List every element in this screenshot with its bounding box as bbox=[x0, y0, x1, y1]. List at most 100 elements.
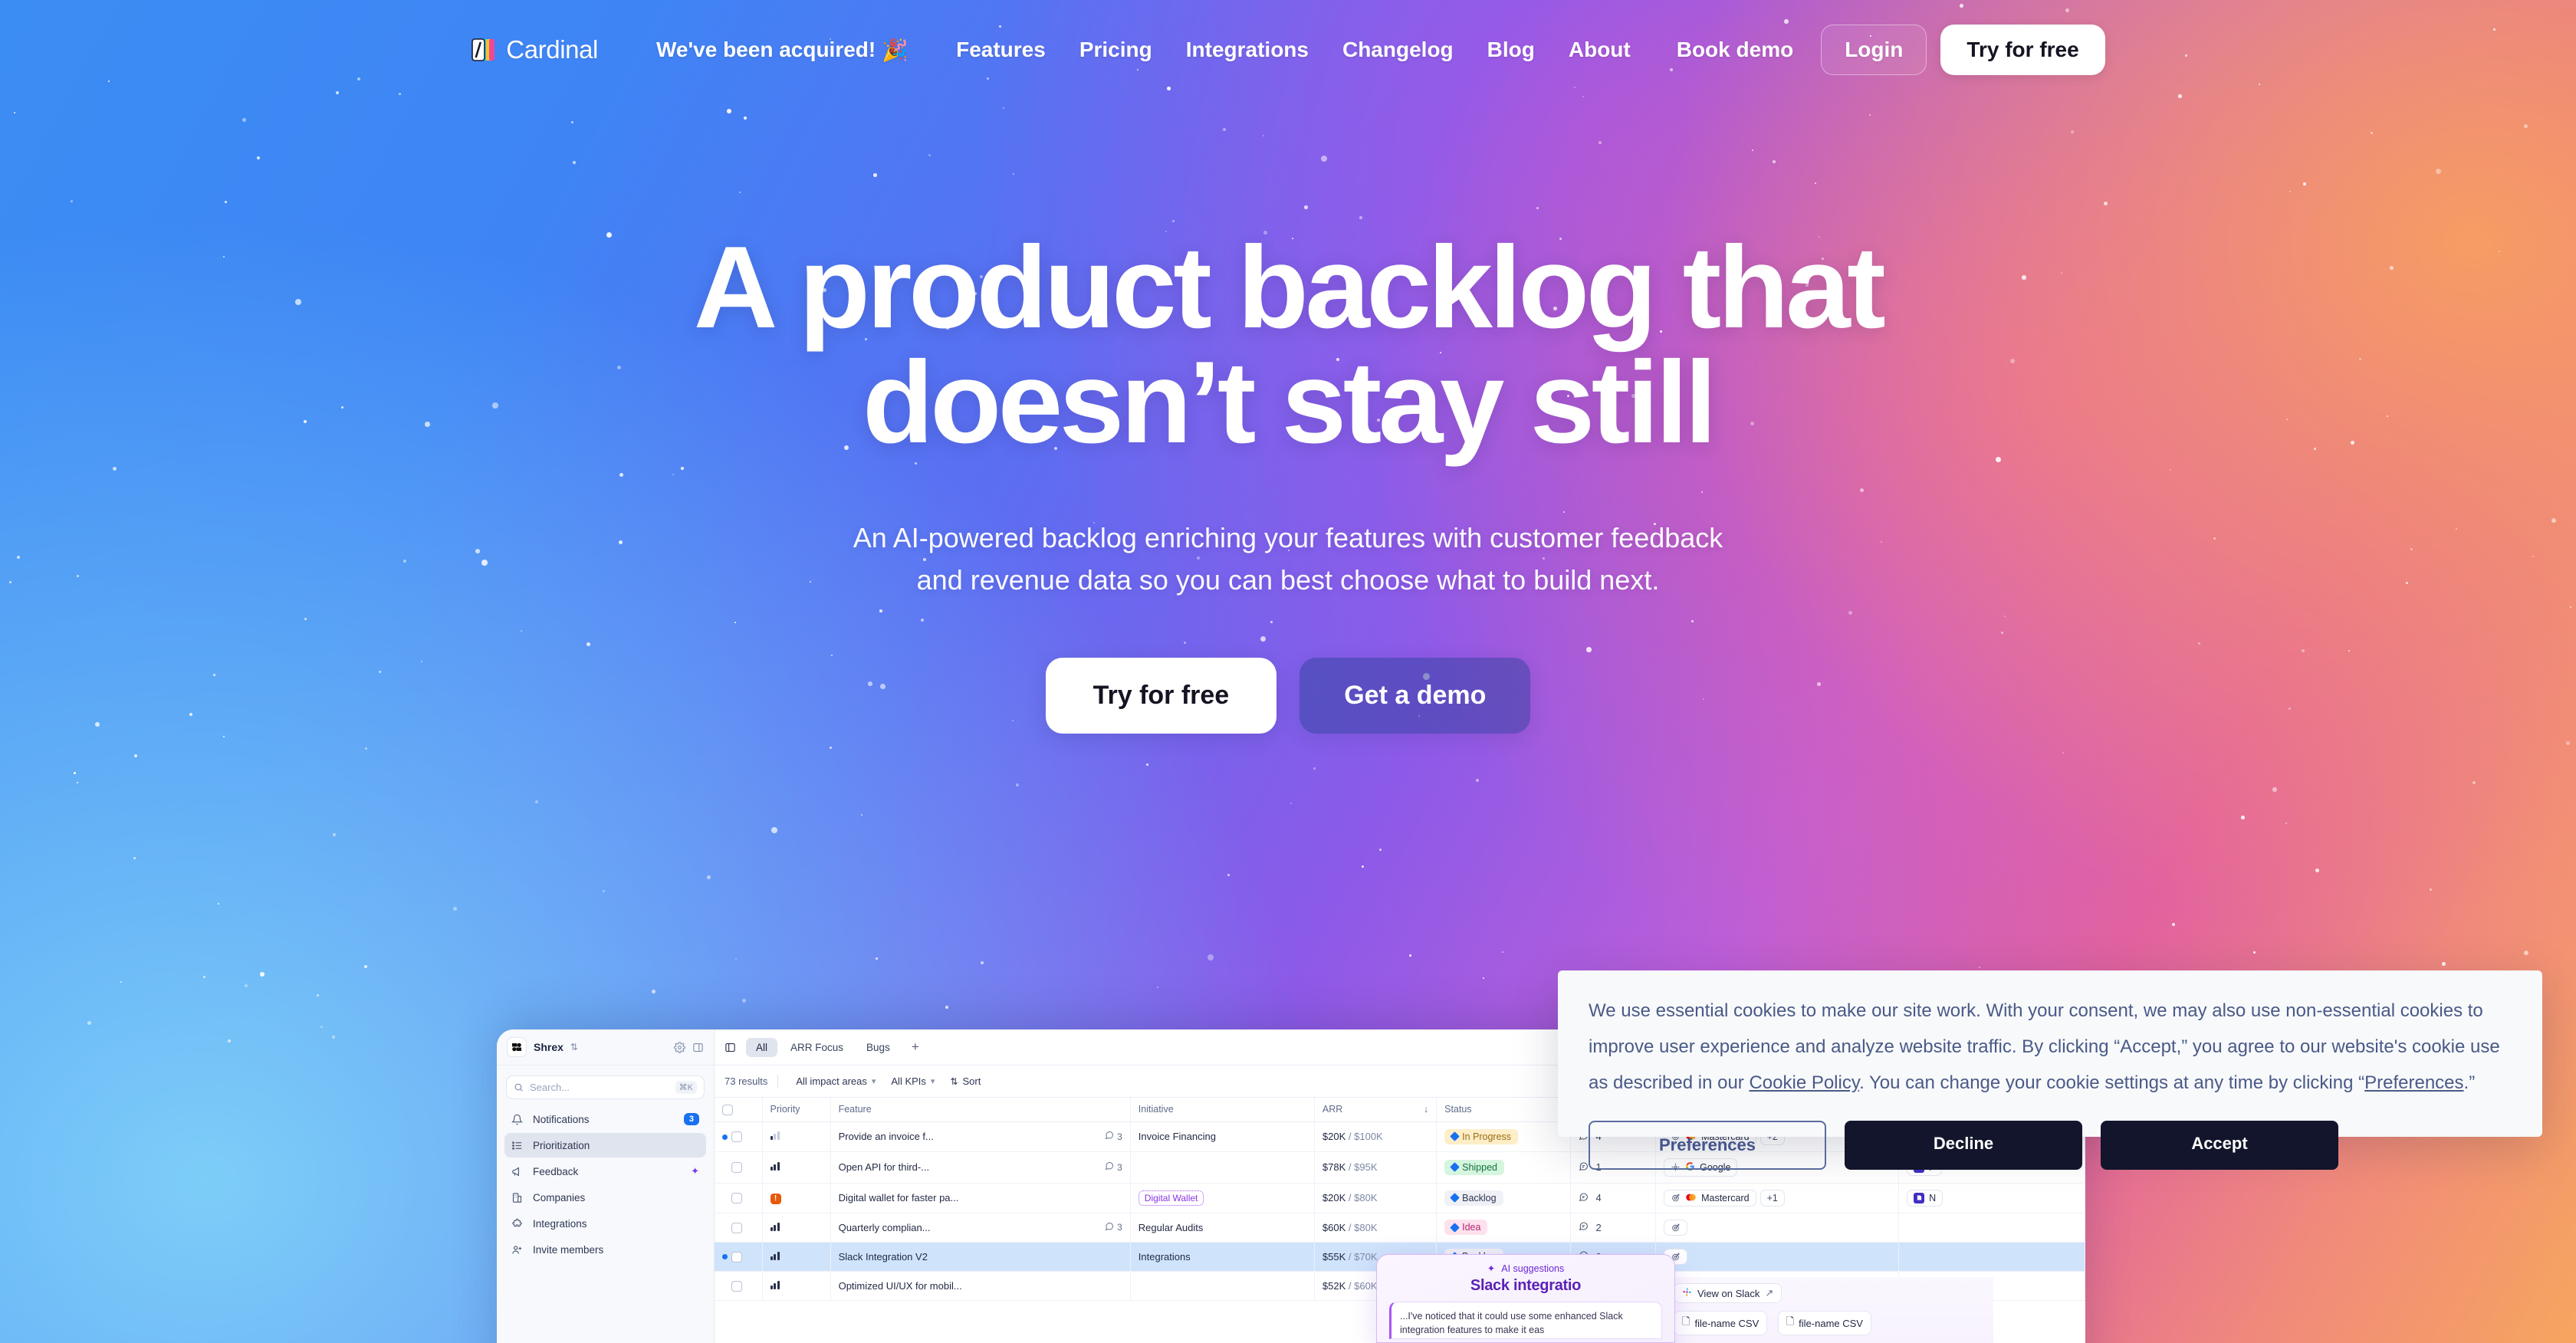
priority-cell[interactable]: ! bbox=[762, 1183, 831, 1213]
filter-kpis[interactable]: All KPIs ▾ bbox=[883, 1072, 942, 1090]
priority-cell[interactable] bbox=[762, 1242, 831, 1272]
tab-bugs[interactable]: Bugs bbox=[856, 1038, 900, 1057]
logo[interactable]: Cardinal bbox=[471, 35, 598, 64]
panel-toggle-icon[interactable] bbox=[692, 1042, 704, 1053]
column-arr[interactable]: ARR ↓ bbox=[1314, 1098, 1438, 1122]
table-row[interactable]: Quarterly complian... 3 Regular Audits $60K… bbox=[715, 1213, 2085, 1243]
feature-cell[interactable]: Provide an invoice f... 3 bbox=[830, 1121, 1131, 1152]
row-checkbox[interactable] bbox=[731, 1193, 742, 1204]
row-select-cell[interactable] bbox=[715, 1151, 763, 1184]
workspace-switcher[interactable]: Shrex ⇅ bbox=[497, 1029, 714, 1066]
try-for-free-hero-button[interactable]: Try for free bbox=[1045, 658, 1277, 734]
feature-cell[interactable]: Digital wallet for faster pa... bbox=[830, 1183, 1131, 1213]
select-all-header[interactable] bbox=[715, 1098, 763, 1122]
sidebar-item-companies[interactable]: Companies bbox=[504, 1185, 706, 1210]
nav-link-acquired[interactable]: We've been acquired! 🎉 bbox=[639, 30, 939, 71]
row-checkbox[interactable] bbox=[731, 1131, 742, 1143]
nav-link-blog[interactable]: Blog bbox=[1470, 30, 1552, 70]
status-badge[interactable]: Backlog bbox=[1444, 1190, 1503, 1206]
feature-cell[interactable]: Open API for third-... 3 bbox=[830, 1151, 1131, 1184]
sidebar-item-integrations[interactable]: Integrations bbox=[504, 1211, 706, 1236]
nav-link-changelog[interactable]: Changelog bbox=[1326, 30, 1470, 70]
add-tab-button[interactable]: + bbox=[903, 1039, 928, 1055]
company-chip[interactable]: Mastercard bbox=[1664, 1189, 1756, 1207]
feedback-cell[interactable]: 2 bbox=[1570, 1213, 1657, 1243]
task-chip[interactable]: N bbox=[1907, 1189, 1944, 1207]
nav-link-integrations[interactable]: Integrations bbox=[1169, 30, 1326, 70]
sidebar-item-feedback[interactable]: Feedback ✦ bbox=[504, 1159, 706, 1184]
cookie-policy-link[interactable]: Cookie Policy bbox=[1749, 1072, 1859, 1093]
feature-cell[interactable]: Slack Integration V2 bbox=[830, 1242, 1131, 1272]
preferences-link[interactable]: Preferences bbox=[2364, 1072, 2463, 1093]
tab-arr-focus[interactable]: ARR Focus bbox=[780, 1038, 853, 1057]
table-row[interactable]: ! Digital wallet for faster pa... Digital … bbox=[715, 1183, 2085, 1213]
initiative-cell[interactable]: Digital Wallet bbox=[1130, 1183, 1315, 1213]
companies-cell[interactable]: Mastercard +1 bbox=[1655, 1183, 1900, 1213]
status-cell[interactable]: Backlog bbox=[1436, 1183, 1572, 1213]
search-input[interactable]: Search... ⌘K bbox=[506, 1075, 705, 1099]
initiative-cell[interactable]: Integrations bbox=[1130, 1242, 1315, 1272]
column-status[interactable]: Status bbox=[1436, 1098, 1572, 1122]
initiative-cell[interactable]: Regular Audits bbox=[1130, 1213, 1315, 1243]
tab-all[interactable]: All bbox=[746, 1037, 778, 1057]
get-a-demo-button[interactable]: Get a demo bbox=[1300, 658, 1531, 734]
panel-toggle-icon[interactable] bbox=[724, 1042, 736, 1053]
accept-button[interactable]: Accept bbox=[2101, 1121, 2338, 1171]
nav-link-book-demo[interactable]: Book demo bbox=[1660, 30, 1810, 70]
filter-impact-areas[interactable]: All impact areas ▾ bbox=[788, 1072, 883, 1090]
sidebar-item-notifications[interactable]: Notifications 3 bbox=[504, 1107, 706, 1131]
row-select-cell[interactable] bbox=[715, 1183, 763, 1213]
feature-cell[interactable]: Quarterly complian... 3 bbox=[830, 1213, 1131, 1243]
priority-cell[interactable] bbox=[762, 1271, 831, 1301]
row-select-cell[interactable] bbox=[715, 1242, 763, 1272]
companies-cell[interactable] bbox=[1655, 1213, 1900, 1243]
priority-cell[interactable] bbox=[762, 1213, 831, 1243]
status-cell[interactable]: In Progress bbox=[1436, 1121, 1572, 1152]
companies-cell[interactable] bbox=[1655, 1242, 1900, 1272]
nav-link-features[interactable]: Features bbox=[939, 30, 1063, 70]
column-priority[interactable]: Priority bbox=[762, 1098, 831, 1122]
status-cell[interactable]: Shipped bbox=[1436, 1151, 1572, 1184]
status-badge[interactable]: Idea bbox=[1444, 1220, 1488, 1236]
row-checkbox[interactable] bbox=[731, 1251, 742, 1263]
initiative-chip[interactable]: Digital Wallet bbox=[1138, 1190, 1204, 1206]
sidebar-item-invite-members[interactable]: Invite members bbox=[504, 1237, 706, 1262]
row-select-cell[interactable] bbox=[715, 1271, 763, 1301]
row-select-cell[interactable] bbox=[715, 1213, 763, 1243]
initiative-cell[interactable] bbox=[1130, 1271, 1315, 1301]
select-all-checkbox[interactable] bbox=[722, 1104, 733, 1115]
chevron-updown-icon[interactable]: ⇅ bbox=[570, 1042, 578, 1052]
file-chip[interactable]: 🗋 file-name CSV bbox=[1674, 1311, 1768, 1335]
priority-cell[interactable] bbox=[762, 1151, 831, 1184]
row-select-cell[interactable] bbox=[715, 1121, 763, 1152]
row-checkbox[interactable] bbox=[731, 1222, 742, 1233]
task-cell[interactable] bbox=[1898, 1242, 2085, 1272]
preferences-button[interactable]: Preferences bbox=[1589, 1121, 1826, 1171]
initiative-cell[interactable]: Invoice Financing bbox=[1130, 1121, 1315, 1152]
status-cell[interactable]: Idea bbox=[1436, 1213, 1572, 1243]
nav-link-pricing[interactable]: Pricing bbox=[1063, 30, 1169, 70]
column-initiative[interactable]: Initiative bbox=[1130, 1098, 1315, 1122]
task-cell[interactable] bbox=[1898, 1213, 2085, 1243]
file-chip[interactable]: 🗋 file-name CSV bbox=[1777, 1311, 1871, 1335]
gear-icon[interactable] bbox=[674, 1041, 685, 1053]
feedback-cell[interactable]: 4 bbox=[1570, 1183, 1657, 1213]
try-for-free-nav-button[interactable]: Try for free bbox=[1940, 25, 2105, 75]
task-cell[interactable]: N bbox=[1898, 1183, 2085, 1213]
company-chip[interactable] bbox=[1664, 1219, 1688, 1236]
sort-button[interactable]: ⇅ Sort bbox=[942, 1072, 988, 1090]
view-on-slack-button[interactable]: View on Slack ↗ bbox=[1674, 1283, 1783, 1303]
status-badge[interactable]: In Progress bbox=[1444, 1128, 1519, 1144]
sidebar-item-prioritization[interactable]: Prioritization bbox=[504, 1133, 706, 1157]
priority-cell[interactable] bbox=[762, 1121, 831, 1152]
nav-link-about[interactable]: About bbox=[1552, 30, 1648, 70]
decline-button[interactable]: Decline bbox=[1845, 1121, 2082, 1171]
login-button[interactable]: Login bbox=[1821, 25, 1927, 75]
column-feature[interactable]: Feature bbox=[830, 1098, 1131, 1122]
feature-cell[interactable]: Optimized UI/UX for mobil... bbox=[830, 1271, 1131, 1301]
row-checkbox[interactable] bbox=[731, 1280, 742, 1292]
row-checkbox[interactable] bbox=[731, 1162, 742, 1174]
company-overflow-chip[interactable]: +1 bbox=[1760, 1189, 1785, 1207]
status-badge[interactable]: Shipped bbox=[1444, 1159, 1504, 1175]
initiative-cell[interactable] bbox=[1130, 1151, 1315, 1184]
